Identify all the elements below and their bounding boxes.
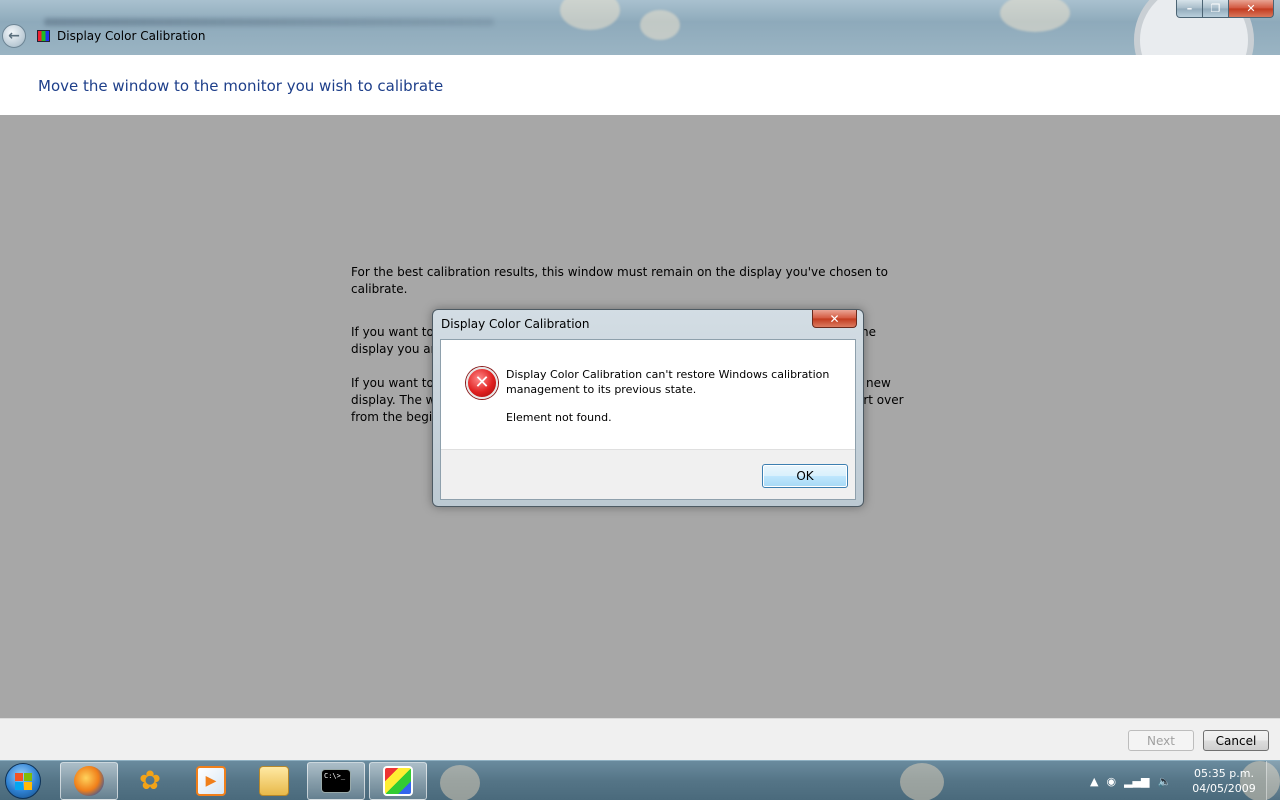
- paragraph-3-line-2: display. The w: [351, 393, 436, 407]
- clock-time: 05:35 p.m.: [1194, 767, 1254, 780]
- instruction-paragraph-1: For the best calibration results, this w…: [351, 265, 888, 296]
- paragraph-3-line-3: from the begi: [351, 410, 433, 424]
- taskbar: ✿ ▶ C:\>_ ▲ ◉ ▂▄▆ 🔈 05:35 p.m. 04/05/200…: [0, 760, 1280, 800]
- media-player-icon: ▶: [196, 766, 226, 796]
- window-title: Display Color Calibration: [57, 29, 206, 43]
- back-arrow-icon: ←: [8, 28, 20, 44]
- dialog-detail: Element not found.: [506, 411, 612, 424]
- show-desktop-button[interactable]: [1266, 761, 1280, 800]
- taskbar-item-explorer[interactable]: [245, 762, 303, 800]
- volume-icon[interactable]: 🔈: [1157, 775, 1171, 788]
- wallpaper-decoration: [640, 10, 680, 40]
- dialog-body: ✕ Display Color Calibration can't restor…: [440, 339, 856, 500]
- back-button[interactable]: ←: [2, 24, 26, 48]
- command-prompt-icon: C:\>_: [321, 769, 351, 793]
- wizard-header: Move the window to the monitor you wish …: [0, 55, 1280, 115]
- error-dialog: Display Color Calibration ✕ ✕ Display Co…: [432, 309, 864, 507]
- window-titlebar[interactable]: ← Display Color Calibration – ❐ ✕: [0, 0, 1280, 55]
- taskbar-item-command-prompt[interactable]: C:\>_: [307, 762, 365, 800]
- wallpaper-decoration: [1000, 0, 1070, 32]
- paragraph-3-line-1: If you want to: [351, 376, 434, 390]
- taskbar-clock[interactable]: 05:35 p.m. 04/05/2009: [1182, 766, 1266, 796]
- paragraph-3-line-1-end: new: [866, 376, 891, 390]
- paragraph-2-line-1: If you want to: [351, 325, 434, 339]
- display-calibration-icon: [383, 766, 413, 796]
- dialog-close-button[interactable]: ✕: [812, 310, 857, 328]
- paragraph-2-line-2: display you ar: [351, 342, 436, 356]
- cancel-button[interactable]: Cancel: [1203, 730, 1269, 751]
- page-title: Move the window to the monitor you wish …: [38, 77, 444, 95]
- restore-icon: ❐: [1210, 2, 1221, 15]
- taskbar-item-display-calibration[interactable]: [369, 762, 427, 800]
- close-button[interactable]: ✕: [1229, 0, 1274, 18]
- dialog-message: Display Color Calibration can't restore …: [506, 368, 830, 396]
- explorer-folder-icon: [259, 766, 289, 796]
- network-activity-icon[interactable]: ◉: [1106, 775, 1116, 788]
- dialog-title: Display Color Calibration: [441, 317, 590, 331]
- start-button[interactable]: [5, 763, 41, 799]
- wallpaper-decoration: [560, 0, 620, 30]
- show-hidden-icons-button[interactable]: ▲: [1090, 775, 1098, 788]
- minimize-icon: –: [1186, 2, 1193, 15]
- background-window-title-ghost: [44, 18, 494, 26]
- error-icon: ✕: [466, 367, 498, 399]
- clock-date: 04/05/2009: [1192, 782, 1256, 795]
- restore-button[interactable]: ❐: [1203, 0, 1229, 18]
- firefox-icon: [74, 766, 104, 796]
- ok-button[interactable]: OK: [762, 464, 848, 488]
- wireless-signal-icon[interactable]: ▂▄▆: [1124, 775, 1149, 788]
- windows-logo-icon: [14, 772, 23, 781]
- close-icon: ✕: [1246, 2, 1256, 15]
- wallpaper-decoration: [440, 765, 480, 800]
- caption-buttons: – ❐ ✕: [1176, 0, 1274, 18]
- minimize-button[interactable]: –: [1176, 0, 1203, 18]
- taskbar-item-firefox[interactable]: [60, 762, 118, 800]
- windows-logo-icon: [23, 781, 32, 790]
- taskbar-item-media-player[interactable]: ▶: [182, 762, 240, 800]
- next-button[interactable]: Next: [1128, 730, 1194, 751]
- messenger-icon: ✿: [139, 766, 161, 796]
- display-calibration-app-icon: [37, 30, 50, 42]
- windows-logo-icon: [14, 781, 23, 790]
- wallpaper-decoration: [900, 763, 944, 800]
- taskbar-item-messenger[interactable]: ✿: [121, 762, 179, 800]
- windows-logo-icon: [23, 772, 32, 781]
- notification-area: ▲ ◉ ▂▄▆ 🔈: [1090, 761, 1171, 800]
- command-bar: Next Cancel: [0, 718, 1280, 760]
- close-icon: ✕: [829, 311, 840, 326]
